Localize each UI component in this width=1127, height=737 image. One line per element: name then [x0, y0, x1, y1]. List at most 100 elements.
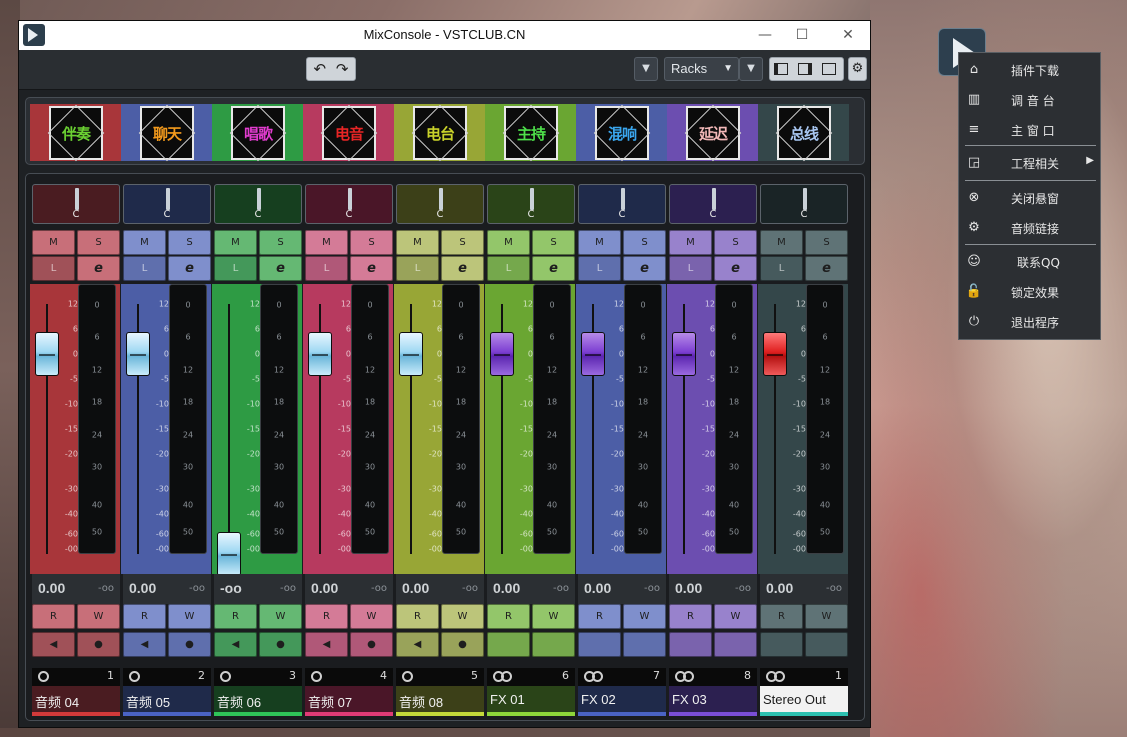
write-button[interactable]: W	[532, 604, 575, 629]
solo-button[interactable]: S	[805, 230, 848, 255]
volume-fader[interactable]	[35, 332, 59, 376]
menu-item-8[interactable]: 🔓 锁定效果	[959, 278, 1100, 306]
input-icon[interactable]	[402, 671, 413, 682]
edit-button[interactable]: e	[805, 256, 848, 281]
pan-knob[interactable]	[166, 188, 170, 210]
listen-button[interactable]: L	[487, 256, 530, 281]
left-zone-icon[interactable]	[774, 63, 788, 75]
pan-knob[interactable]	[621, 188, 625, 210]
menu-item-6[interactable]: ⚙ 音频链接	[959, 214, 1100, 242]
menu-item-5[interactable]: ⊗ 关闭悬窗	[959, 184, 1100, 212]
redo-button[interactable]: ↷	[336, 60, 349, 78]
pan-knob[interactable]	[530, 188, 534, 210]
solo-button[interactable]: S	[77, 230, 120, 255]
listen-button[interactable]: L	[305, 256, 348, 281]
listen-button[interactable]: L	[396, 256, 439, 281]
pan-control[interactable]: C	[760, 184, 848, 224]
peak-value[interactable]: -oo	[280, 583, 296, 594]
menu-item-1[interactable]: ⌂ 插件下载	[959, 56, 1100, 84]
mute-button[interactable]: M	[305, 230, 348, 255]
pan-control[interactable]: C	[396, 184, 484, 224]
volume-fader[interactable]	[490, 332, 514, 376]
input-icon[interactable]	[220, 671, 231, 682]
menu-item-7[interactable]: ☺ 联系QQ	[959, 248, 1100, 276]
undo-button[interactable]: ↶	[314, 60, 327, 78]
monitor-button[interactable]: ◀	[305, 632, 348, 657]
menu-item-4[interactable]: ◲ 工程相关 ▶	[959, 149, 1100, 177]
read-button[interactable]: R	[305, 604, 348, 629]
read-button[interactable]: R	[760, 604, 803, 629]
write-button[interactable]: W	[77, 604, 120, 629]
read-button[interactable]: R	[32, 604, 75, 629]
menu-item-9[interactable]: ⏻ 退出程序	[959, 308, 1100, 336]
listen-button[interactable]: L	[214, 256, 257, 281]
edit-button[interactable]: e	[623, 256, 666, 281]
peak-value[interactable]: -oo	[189, 583, 205, 594]
volume-value[interactable]: 0.00	[311, 580, 338, 596]
mute-button[interactable]: M	[214, 230, 257, 255]
pan-control[interactable]: C	[123, 184, 211, 224]
pan-control[interactable]: C	[578, 184, 666, 224]
read-button[interactable]: R	[578, 604, 621, 629]
channel-name[interactable]: Stereo Out	[760, 686, 848, 716]
mute-button[interactable]: M	[32, 230, 75, 255]
pan-control[interactable]: C	[32, 184, 120, 224]
gear-icon[interactable]: ⚙	[848, 57, 867, 81]
peak-value[interactable]: -oo	[735, 583, 751, 594]
menu-item-3[interactable]: ≡ 主 窗 口	[959, 116, 1100, 144]
pan-knob[interactable]	[439, 188, 443, 210]
minimize-button[interactable]: —	[755, 25, 775, 45]
edit-button[interactable]: e	[441, 256, 484, 281]
write-button[interactable]: W	[350, 604, 393, 629]
channel-name[interactable]: 音频 07	[305, 686, 393, 716]
edit-button[interactable]: e	[168, 256, 211, 281]
volume-fader[interactable]	[763, 332, 787, 376]
read-button[interactable]: R	[396, 604, 439, 629]
edit-button[interactable]: e	[350, 256, 393, 281]
listen-button[interactable]: L	[32, 256, 75, 281]
volume-fader[interactable]	[217, 532, 241, 576]
solo-button[interactable]: S	[623, 230, 666, 255]
listen-button[interactable]: L	[760, 256, 803, 281]
volume-fader[interactable]	[581, 332, 605, 376]
record-button[interactable]: ●	[350, 632, 393, 657]
close-button[interactable]: ✕	[838, 25, 858, 45]
mute-button[interactable]: M	[669, 230, 712, 255]
channel-name[interactable]: 音频 05	[123, 686, 211, 716]
solo-button[interactable]: S	[441, 230, 484, 255]
record-button[interactable]: ●	[77, 632, 120, 657]
peak-value[interactable]: -oo	[371, 583, 387, 594]
pan-control[interactable]: C	[214, 184, 302, 224]
racks-select[interactable]: Racks ▼	[664, 57, 739, 81]
record-button[interactable]: ●	[259, 632, 302, 657]
channel-name[interactable]: 音频 06	[214, 686, 302, 716]
mute-button[interactable]: M	[123, 230, 166, 255]
read-button[interactable]: R	[669, 604, 712, 629]
input-icon[interactable]	[129, 671, 140, 682]
edit-button[interactable]: e	[77, 256, 120, 281]
write-button[interactable]: W	[259, 604, 302, 629]
volume-value[interactable]: 0.00	[584, 580, 611, 596]
input-icon[interactable]	[38, 671, 49, 682]
edit-button[interactable]: e	[532, 256, 575, 281]
selector-5[interactable]: 电台	[394, 104, 485, 162]
selector-2[interactable]: 聊天	[121, 104, 212, 162]
solo-button[interactable]: S	[532, 230, 575, 255]
write-button[interactable]: W	[623, 604, 666, 629]
right-zone-icon[interactable]	[798, 63, 812, 75]
write-button[interactable]: W	[805, 604, 848, 629]
record-button[interactable]: ●	[168, 632, 211, 657]
volume-value[interactable]: 0.00	[766, 580, 793, 596]
listen-button[interactable]: L	[123, 256, 166, 281]
channel-filter-dropdown[interactable]: ▼	[634, 57, 658, 81]
menu-item-2[interactable]: ▥ 调 音 台	[959, 86, 1100, 114]
volume-value[interactable]: 0.00	[129, 580, 156, 596]
selector-8[interactable]: 延迟	[667, 104, 758, 162]
volume-value[interactable]: -oo	[220, 580, 242, 596]
volume-fader[interactable]	[672, 332, 696, 376]
input-icon[interactable]	[311, 671, 322, 682]
selector-3[interactable]: 唱歌	[212, 104, 303, 162]
listen-button[interactable]: L	[669, 256, 712, 281]
mute-button[interactable]: M	[396, 230, 439, 255]
volume-value[interactable]: 0.00	[402, 580, 429, 596]
